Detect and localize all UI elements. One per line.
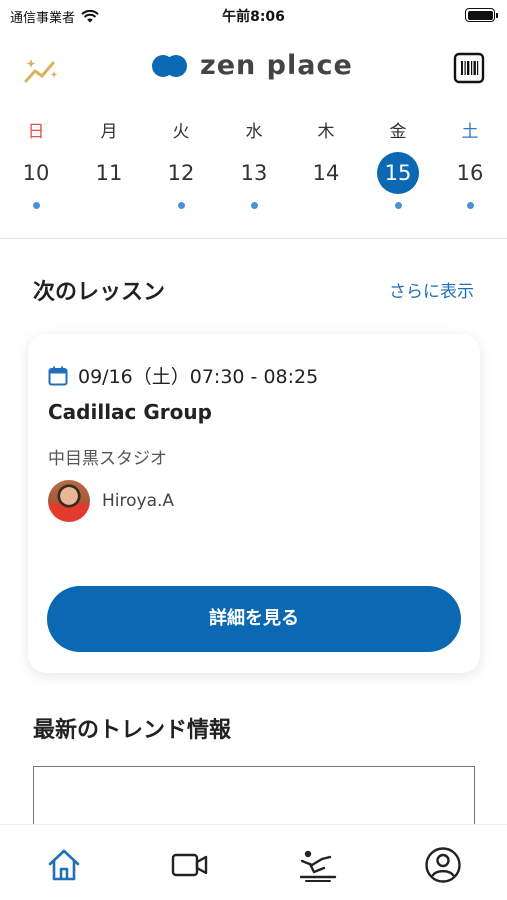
lesson-datetime: 09/16（土）07:30 - 08:25 [78, 366, 319, 388]
status-bar: 通信事業者 午前8:06 [0, 0, 507, 30]
see-more-link[interactable]: さらに表示 [389, 277, 474, 302]
lesson-dot [466, 202, 474, 209]
lesson-dot [32, 202, 40, 209]
tab-profile[interactable] [421, 843, 465, 887]
video-icon [171, 853, 208, 877]
instructor-name: Hiroya.A [102, 491, 175, 511]
barcode-icon [453, 52, 485, 84]
app-logo: zen place [152, 50, 353, 81]
day-number: 14 [312, 161, 340, 185]
day-number: 12 [167, 161, 195, 185]
lesson-date-row: 09/16（土）07:30 - 08:25 [48, 362, 318, 389]
day-number: 13 [240, 161, 268, 185]
day-of-week: 土 [461, 122, 479, 142]
lesson-class-name: Cadillac Group [48, 400, 212, 424]
barcode-button[interactable] [453, 52, 485, 84]
day-of-week: 火 [172, 122, 190, 142]
day-number-selected: 15 [377, 152, 419, 194]
day-of-week: 月 [100, 122, 118, 142]
divider [0, 238, 507, 239]
day-thu[interactable]: 木 14 [296, 120, 356, 209]
tab-bar [0, 824, 507, 900]
trend-button[interactable] [20, 50, 62, 90]
app-header: zen place [0, 40, 507, 96]
tab-pilates[interactable] [296, 843, 340, 887]
next-lesson-title: 次のレッスン [33, 280, 166, 305]
trends-title: 最新のトレンド情報 [33, 718, 232, 743]
pilates-machine-icon [299, 850, 337, 882]
day-of-week: 水 [245, 122, 263, 142]
status-time: 午前8:06 [222, 9, 285, 25]
day-of-week: 木 [317, 122, 335, 142]
week-calendar: 日 10 月 11 火 12 水 13 木 14 金 15 土 16 [0, 120, 507, 210]
day-tue[interactable]: 火 12 [151, 120, 211, 209]
lesson-instructor: Hiroya.A [48, 480, 174, 522]
view-details-button[interactable]: 詳細を見る [47, 586, 461, 652]
lesson-card[interactable]: 09/16（土）07:30 - 08:25 Cadillac Group 中目黒… [28, 334, 480, 673]
home-icon [48, 849, 80, 881]
tab-video[interactable] [168, 843, 212, 887]
day-wed[interactable]: 水 13 [224, 120, 284, 209]
calendar-icon [48, 366, 68, 385]
day-number: 11 [95, 161, 123, 185]
lesson-dot [177, 202, 185, 209]
lesson-studio: 中目黒スタジオ [48, 449, 167, 469]
lesson-dot [250, 202, 258, 209]
day-of-week: 日 [27, 122, 45, 142]
day-sat[interactable]: 土 16 [440, 120, 500, 209]
day-of-week: 金 [389, 122, 407, 142]
logo-mark-icon [152, 54, 188, 77]
day-sun[interactable]: 日 10 [6, 120, 66, 209]
day-mon[interactable]: 月 11 [79, 120, 139, 209]
instructor-avatar [48, 480, 90, 522]
logo-text: zen place [200, 50, 353, 81]
tab-home[interactable] [42, 843, 86, 887]
day-number: 16 [456, 161, 484, 185]
profile-icon [425, 847, 461, 883]
day-fri[interactable]: 金 15 [368, 120, 428, 209]
day-number: 10 [22, 161, 50, 185]
trend-sparkle-icon [24, 59, 58, 83]
lesson-dot [394, 202, 402, 209]
battery-icon [465, 8, 498, 22]
